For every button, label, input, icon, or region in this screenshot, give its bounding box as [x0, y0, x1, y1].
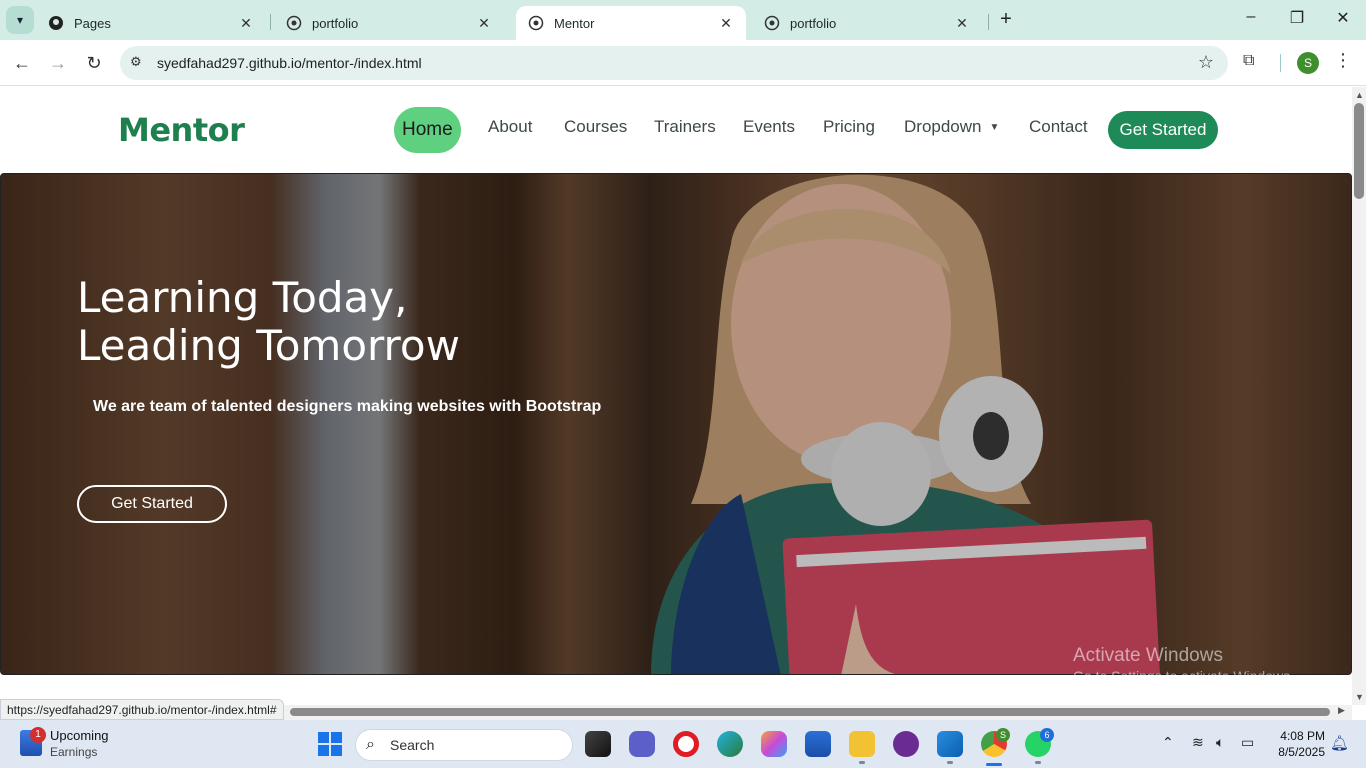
notification-bell-icon[interactable]: 🔔︎ [1330, 734, 1349, 752]
task-view-icon[interactable] [585, 731, 611, 757]
search-label: Search [390, 737, 435, 753]
hero-title-line-2: Leading Tomorrow [77, 321, 460, 370]
windows-start-icon[interactable] [318, 732, 342, 756]
hero-subtitle: We are team of talented designers making… [93, 398, 602, 415]
page-viewport: Mentor Home About Courses Trainers Event… [0, 87, 1352, 705]
clock-date: 8/5/2025 [1278, 745, 1325, 759]
vscode-icon[interactable] [937, 731, 963, 757]
tab-pages[interactable]: Pages ✕ [36, 6, 266, 40]
running-indicator [947, 761, 953, 764]
address-bar[interactable]: ⚙ syedfahad297.github.io/mentor-/index.h… [120, 46, 1228, 80]
widget-subtitle[interactable]: Earnings [50, 745, 97, 759]
tab-portfolio-1[interactable]: portfolio ✕ [274, 6, 504, 40]
reload-icon[interactable]: ↻ [81, 50, 107, 76]
nav-pricing[interactable]: Pricing [823, 117, 875, 137]
get-started-nav-button[interactable]: Get Started [1108, 111, 1218, 149]
caret-down-icon: ▼ [989, 122, 1000, 134]
profile-avatar[interactable]: S [1297, 52, 1319, 74]
new-tab-plus-icon[interactable]: + [994, 8, 1018, 32]
chrome-profile-badge: S [996, 728, 1010, 742]
activate-windows-subtitle: Go to Settings to activate Windows. [1073, 668, 1294, 684]
close-icon[interactable]: ✕ [718, 15, 734, 32]
hero-section: Learning Today, Leading Tomorrow We are … [0, 173, 1352, 675]
windows-taskbar: 1 Upcoming Earnings ⌕ Search S 6 ⌃ ≋ 🔈︎ … [0, 720, 1366, 768]
opera-icon[interactable] [673, 731, 699, 757]
site-settings-icon[interactable]: ⚙ [130, 54, 148, 72]
close-icon[interactable]: ✕ [238, 15, 254, 32]
globe-icon [764, 15, 780, 31]
active-app-indicator [986, 763, 1002, 766]
battery-icon[interactable]: ▭ [1241, 734, 1254, 751]
wifi-icon[interactable]: ≋ [1192, 734, 1204, 751]
tab-separator [270, 14, 271, 30]
widget-badge: 1 [30, 727, 46, 743]
scroll-up-arrow-icon[interactable]: ▲ [1355, 90, 1364, 100]
nav-about[interactable]: About [488, 117, 532, 137]
taskbar-search[interactable]: ⌕ Search [355, 729, 573, 761]
hero-title-line-1: Learning Today, [77, 273, 408, 322]
nav-trainers[interactable]: Trainers [654, 117, 716, 137]
extensions-puzzle-icon[interactable]: ⧉ [1243, 52, 1265, 74]
site-header: Mentor Home About Courses Trainers Event… [0, 87, 1352, 173]
scroll-right-arrow-icon[interactable]: ▶ [1338, 705, 1345, 716]
restore-icon[interactable]: ❐ [1282, 8, 1312, 32]
activate-windows-title: Activate Windows [1073, 645, 1223, 666]
tab-strip: ▾ Pages ✕ portfolio ✕ Mentor ✕ portfolio… [0, 0, 1366, 40]
minimize-icon[interactable]: – [1236, 8, 1266, 32]
search-icon: ⌕ [366, 736, 375, 753]
close-icon[interactable]: ✕ [476, 15, 492, 32]
forward-arrow-icon[interactable]: → [45, 50, 71, 76]
nav-dropdown-label: Dropdown [904, 117, 982, 136]
store-icon[interactable] [805, 731, 831, 757]
globe-icon [528, 15, 544, 31]
copilot-icon[interactable] [761, 731, 787, 757]
running-indicator [859, 761, 865, 764]
vertical-scroll-thumb[interactable] [1354, 103, 1364, 199]
nav-home[interactable]: Home [394, 107, 461, 153]
chevron-up-icon[interactable]: ⌃ [1162, 734, 1174, 751]
github-icon [48, 15, 64, 31]
tab-separator [988, 14, 989, 30]
teams-icon[interactable] [629, 731, 655, 757]
nav-courses[interactable]: Courses [564, 117, 627, 137]
tab-title: portfolio [790, 15, 837, 31]
hero-overlay [1, 174, 1351, 674]
nav-dropdown[interactable]: Dropdown ▼ [904, 117, 999, 137]
hero-get-started-button[interactable]: Get Started [77, 485, 227, 523]
tab-mentor[interactable]: Mentor ✕ [516, 6, 746, 40]
link-status-bar: https://syedfahad297.github.io/mentor-/i… [0, 699, 284, 720]
whatsapp-badge: 6 [1040, 728, 1054, 742]
back-arrow-icon[interactable]: ← [9, 50, 35, 76]
url-text[interactable]: syedfahad297.github.io/mentor-/index.htm… [157, 55, 422, 71]
close-window-icon[interactable]: ✕ [1328, 8, 1358, 32]
more-menu-icon[interactable]: ⋮ [1334, 50, 1352, 76]
file-explorer-icon[interactable] [849, 731, 875, 757]
tab-title: Pages [74, 15, 111, 31]
clock-time: 4:08 PM [1280, 729, 1325, 743]
system-clock[interactable]: 4:08 PM 8/5/2025 [1273, 728, 1325, 760]
globe-icon [286, 15, 302, 31]
tab-title: Mentor [554, 15, 595, 31]
chevron-down-icon: ▾ [16, 13, 24, 27]
tab-portfolio-2[interactable]: portfolio ✕ [752, 6, 982, 40]
browser-toolbar: ← → ↻ ⚙ syedfahad297.github.io/mentor-/i… [0, 40, 1366, 86]
running-indicator [1035, 761, 1041, 764]
close-icon[interactable]: ✕ [954, 15, 970, 32]
toolbar-separator [1280, 54, 1281, 72]
edge-icon[interactable] [717, 731, 743, 757]
github-desktop-icon[interactable] [893, 731, 919, 757]
scroll-down-arrow-icon[interactable]: ▼ [1355, 692, 1364, 702]
horizontal-scroll-thumb[interactable] [290, 708, 1330, 716]
nav-events[interactable]: Events [743, 117, 795, 137]
site-logo[interactable]: Mentor [118, 111, 245, 149]
tab-search-button[interactable]: ▾ [6, 6, 34, 34]
bookmark-star-icon[interactable]: ☆ [1198, 52, 1214, 73]
hero-title: Learning Today, Leading Tomorrow [77, 274, 597, 370]
tab-title: portfolio [312, 15, 359, 31]
nav-contact[interactable]: Contact [1029, 117, 1088, 137]
volume-icon[interactable]: 🔈︎ [1216, 734, 1224, 751]
widget-title[interactable]: Upcoming [50, 728, 109, 743]
